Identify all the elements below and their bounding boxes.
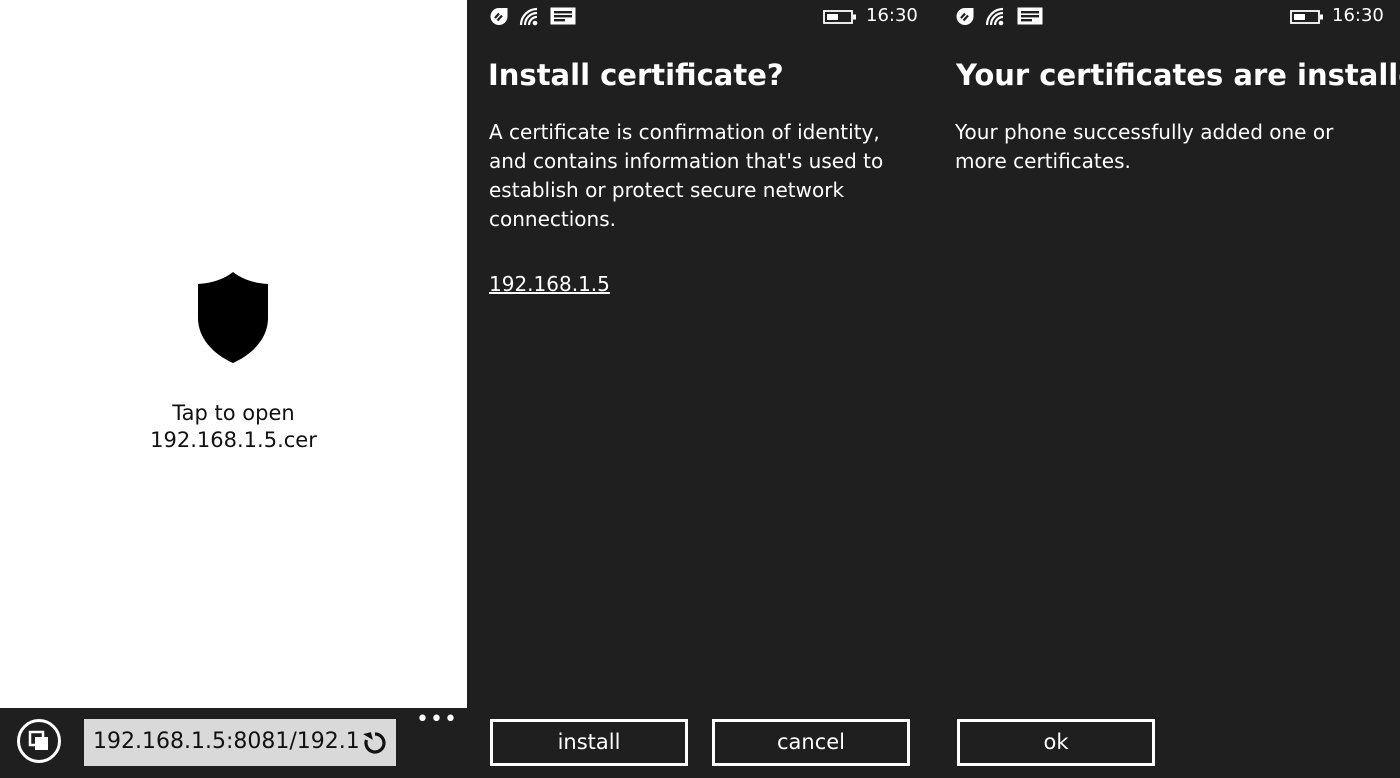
install-certificate-screen: 16:30 Install certificate? A certificate… [467,0,933,778]
install-button[interactable]: install [490,719,688,766]
message-icon [550,7,576,25]
browser-panel: Tap to open 192.168.1.5.cer 192.168.1.5:… [0,0,467,778]
open-file-prompt[interactable]: Tap to open 192.168.1.5.cer [0,400,467,454]
battery-icon [823,10,856,24]
cancel-button[interactable]: cancel [712,719,910,766]
browser-page: Tap to open 192.168.1.5.cer [0,0,467,708]
more-options-button[interactable]: ••• [416,708,457,732]
vibrate-icon [490,8,508,25]
wifi-icon [985,7,1004,26]
page-title: Your certificates are installed [956,58,1400,92]
wifi-icon [519,7,538,26]
installed-message: Your phone successfully added one or mor… [955,120,1334,173]
certificate-description: A certificate is confirmation of identit… [489,120,884,231]
vibrate-icon [956,8,974,25]
page-title: Install certificate? [488,58,784,92]
open-prompt-label: Tap to open [172,401,295,425]
tabs-icon [28,730,48,750]
status-bar: 16:30 [467,0,933,32]
status-bar: 16:30 [933,0,1400,32]
message-icon [1017,7,1043,25]
ok-button[interactable]: ok [957,719,1155,766]
status-time: 16:30 [866,5,918,26]
battery-icon [1290,10,1323,24]
certificates-installed-screen: 16:30 Your certificates are installed Yo… [933,0,1400,778]
file-name: 192.168.1.5.cer [150,428,317,452]
screenshot-collage: Tap to open 192.168.1.5.cer 192.168.1.5:… [0,0,1400,778]
address-bar[interactable]: 192.168.1.5:8081/192.168.1 [84,719,396,766]
status-time: 16:30 [1332,5,1384,26]
certificate-issuer-link[interactable]: 192.168.1.5 [489,270,610,298]
address-url[interactable]: 192.168.1.5:8081/192.168.1 [93,728,361,756]
shield-icon[interactable] [196,272,270,364]
tabs-button[interactable] [17,719,61,763]
refresh-icon[interactable] [362,730,388,756]
